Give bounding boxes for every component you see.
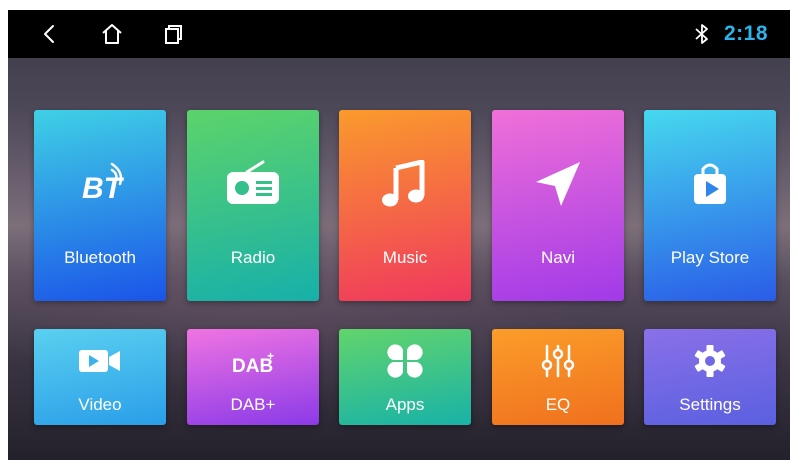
bluetooth-bt-icon: BT [82, 162, 125, 205]
status-bar: 2:18 [8, 10, 790, 58]
bluetooth-icon [695, 24, 708, 44]
recent-apps-button[interactable] [158, 20, 186, 48]
tile-label: Navi [540, 248, 575, 267]
tile-bluetooth[interactable]: BT Bluetooth [34, 110, 166, 301]
dab-logo-icon: DAB + [232, 349, 274, 377]
svg-text:BT: BT [82, 172, 125, 205]
tile-dab[interactable]: DAB + DAB+ [187, 329, 319, 425]
music-note-icon [382, 160, 425, 207]
tile-label: DAB+ [230, 395, 276, 414]
clock: 2:18 [724, 22, 769, 45]
video-camera-icon [79, 350, 120, 372]
tile-label: Bluetooth [64, 248, 136, 267]
tile-play-store[interactable]: Play Store [644, 110, 776, 301]
tile-apps[interactable]: Apps [339, 329, 471, 425]
tile-label: Apps [385, 395, 425, 414]
back-button[interactable] [36, 20, 64, 48]
tile-label: Video [78, 395, 122, 414]
equalizer-sliders-icon [541, 344, 575, 378]
home-button[interactable] [98, 20, 126, 48]
tile-music[interactable]: Music [339, 110, 471, 301]
tile-radio[interactable]: Radio [187, 110, 319, 301]
gear-icon [694, 345, 726, 377]
radio-icon [227, 160, 279, 204]
tile-label: Radio [230, 248, 276, 267]
tile-label: EQ [545, 395, 571, 414]
svg-text:+: + [267, 349, 274, 363]
tile-settings[interactable]: Settings [644, 329, 776, 425]
tile-navi[interactable]: Navi [492, 110, 624, 301]
shopping-bag-play-icon [694, 163, 726, 204]
tile-label: Music [382, 248, 428, 267]
tile-video[interactable]: Video [34, 329, 166, 425]
back-icon [44, 25, 54, 43]
recent-apps-icon [165, 25, 182, 44]
navigation-arrow-icon [536, 162, 580, 206]
tile-label: Play Store [670, 248, 750, 267]
head-unit-screen: 2:18 BT Bluetooth Radio Music Navi Play … [8, 10, 790, 460]
tile-eq[interactable]: EQ [492, 329, 624, 425]
four-leaf-apps-icon [387, 344, 423, 378]
home-icon [102, 24, 122, 44]
tile-label: Settings [679, 395, 741, 414]
